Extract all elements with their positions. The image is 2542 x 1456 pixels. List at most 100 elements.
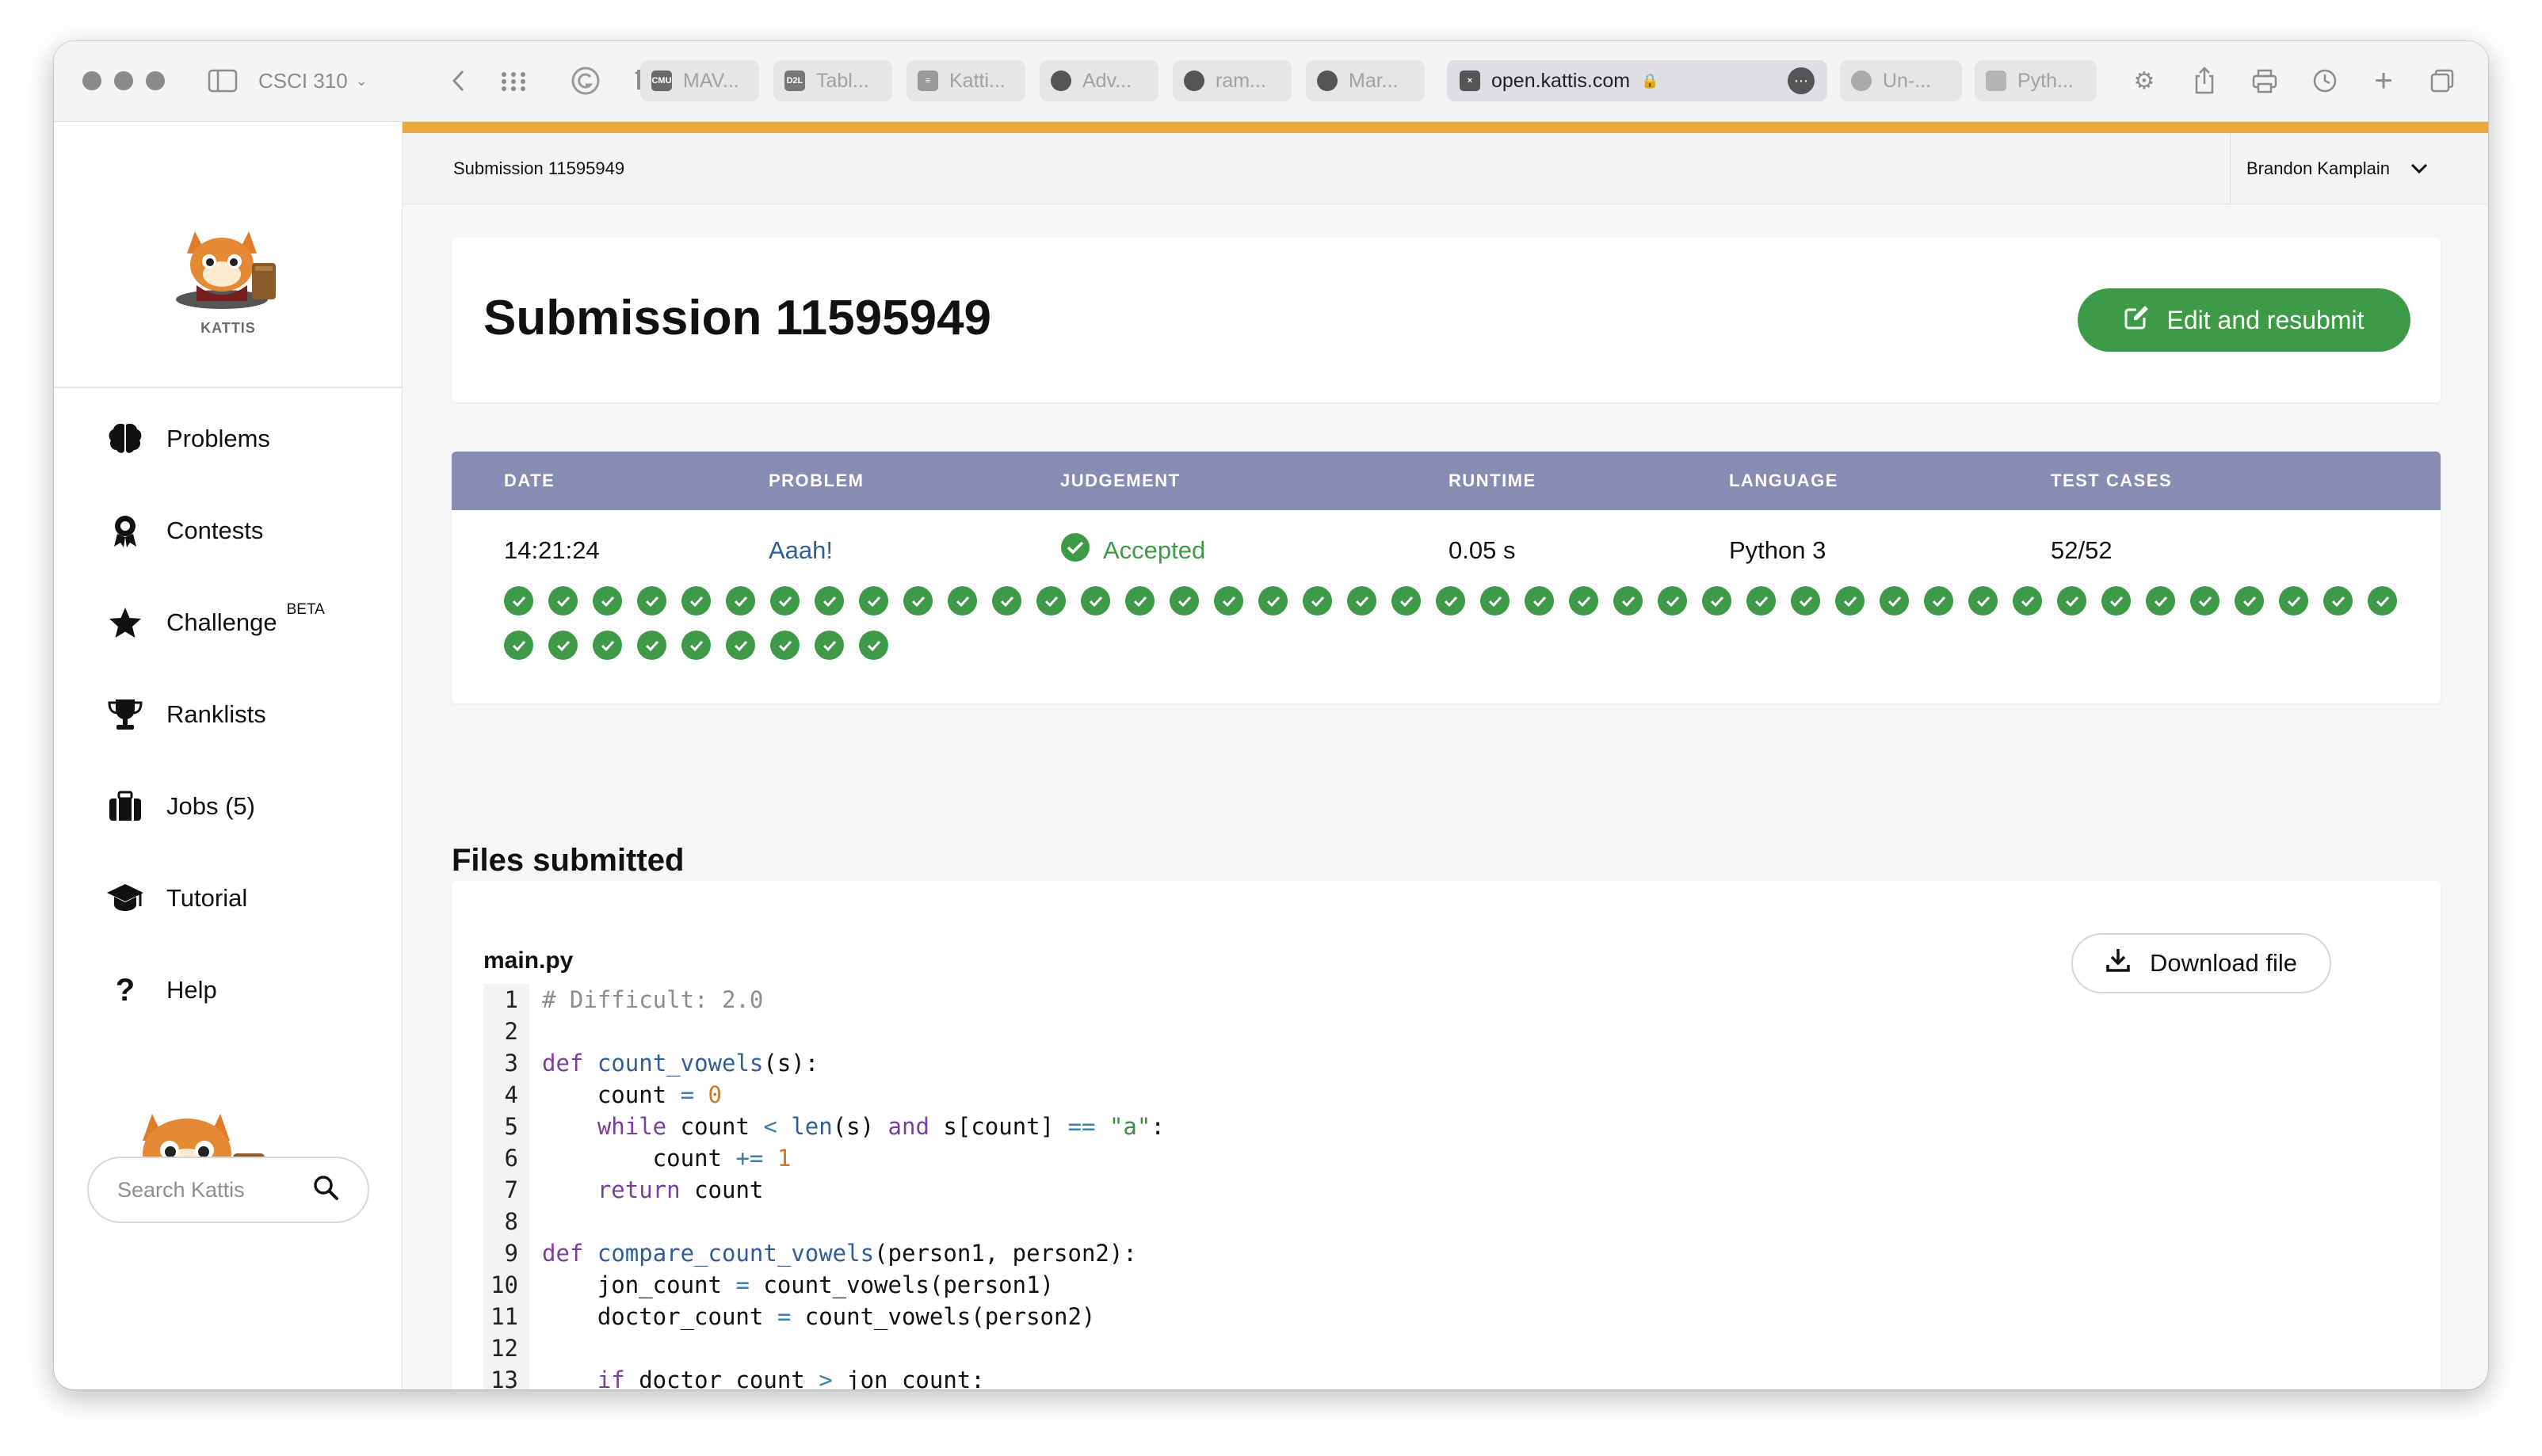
test-case-passed-icon[interactable] [2235, 586, 2264, 616]
browser-tab[interactable]: Mar... [1306, 60, 1425, 101]
test-case-passed-icon[interactable] [637, 631, 666, 660]
test-case-passed-icon[interactable] [1347, 586, 1376, 616]
browser-tab[interactable]: D2L Tabl... [773, 60, 892, 101]
file-card: main.py Download file 1 # Difficult: 2.0 … [452, 881, 2441, 1389]
share-icon[interactable] [2189, 65, 2220, 97]
test-case-passed-icon[interactable] [770, 631, 800, 660]
history-clock-icon[interactable] [2309, 65, 2341, 97]
test-case-passed-icon[interactable] [1480, 586, 1510, 616]
test-case-passed-icon[interactable] [1303, 586, 1332, 616]
test-case-passed-icon[interactable] [637, 586, 666, 616]
test-case-passed-icon[interactable] [2323, 586, 2353, 616]
test-case-passed-icon[interactable] [903, 586, 933, 616]
test-case-passed-icon[interactable] [1702, 586, 1731, 616]
sidebar-item-challenge[interactable]: Challenge BETA [103, 599, 325, 646]
test-case-passed-icon[interactable] [1569, 586, 1598, 616]
test-case-passed-icon[interactable] [859, 586, 888, 616]
code-line: 8 [483, 1206, 1165, 1237]
line-number: 1 [483, 984, 529, 1016]
test-cases-count: 52/52 [2051, 536, 2113, 564]
address-bar-url[interactable]: open.kattis.com [1491, 70, 1630, 93]
test-case-passed-icon[interactable] [770, 586, 800, 616]
edit-and-resubmit-button[interactable]: Edit and resubmit [2078, 288, 2410, 352]
test-case-passed-icon[interactable] [726, 586, 755, 616]
browser-tab[interactable]: CMU MAV... [640, 60, 759, 101]
test-case-passed-icon[interactable] [815, 631, 844, 660]
search-icon[interactable] [312, 1174, 339, 1206]
test-case-passed-icon[interactable] [2190, 586, 2219, 616]
active-browser-tab[interactable]: × open.kattis.com 🔒 ⋯ [1447, 60, 1827, 101]
test-case-passed-icon[interactable] [815, 586, 844, 616]
test-case-passed-icon[interactable] [593, 586, 622, 616]
test-case-passed-icon[interactable] [2013, 586, 2042, 616]
test-case-passed-icon[interactable] [1791, 586, 1820, 616]
test-case-passed-icon[interactable] [1214, 586, 1243, 616]
browser-tab[interactable]: Adv... [1040, 60, 1158, 101]
test-case-passed-icon[interactable] [548, 631, 578, 660]
sidebar-item-problems[interactable]: Problems [103, 415, 270, 463]
sidebar-search-field[interactable]: Search Kattis [87, 1157, 369, 1223]
sidebar-item-jobs[interactable]: Jobs (5) [103, 783, 255, 830]
tab-overview-grid-icon[interactable] [498, 65, 529, 97]
test-case-passed-icon[interactable] [1658, 586, 1687, 616]
test-case-passed-icon[interactable] [1081, 586, 1110, 616]
download-file-button[interactable]: Download file [2071, 933, 2331, 993]
browser-tab[interactable]: ram... [1173, 60, 1292, 101]
test-case-passed-icon[interactable] [681, 586, 711, 616]
sidebar-item-help[interactable]: ? Help [103, 966, 217, 1014]
test-case-passed-icon[interactable] [548, 586, 578, 616]
test-case-passed-icon[interactable] [2368, 586, 2397, 616]
test-case-passed-icon[interactable] [593, 631, 622, 660]
tab-overview-icon[interactable] [2426, 65, 2458, 97]
test-case-passed-icon[interactable] [859, 631, 888, 660]
browser-tab[interactable]: Pyth... [1975, 60, 2097, 101]
test-case-passed-icon[interactable] [1125, 586, 1155, 616]
test-case-passed-icon[interactable] [1170, 586, 1199, 616]
test-case-passed-icon[interactable] [1880, 586, 1909, 616]
grammarly-extension-icon[interactable] [569, 65, 602, 97]
test-case-passed-icon[interactable] [1036, 586, 1066, 616]
back-icon[interactable] [447, 65, 471, 97]
minimize-window-button[interactable] [114, 71, 133, 90]
test-case-passed-icon[interactable] [2057, 586, 2086, 616]
test-case-passed-icon[interactable] [1613, 586, 1643, 616]
test-case-passed-icon[interactable] [1968, 586, 1998, 616]
test-case-passed-icon[interactable] [1924, 586, 1953, 616]
test-case-passed-icon[interactable] [2146, 586, 2175, 616]
print-icon[interactable] [2249, 65, 2281, 97]
test-case-passed-icon[interactable] [1835, 586, 1865, 616]
kattis-logo[interactable] [173, 222, 284, 309]
test-case-passed-icon[interactable] [2279, 586, 2308, 616]
gear-icon[interactable]: ⚙ [2128, 65, 2160, 97]
code-line: 7 return count [483, 1174, 1165, 1206]
browser-tab[interactable]: Un-... [1840, 60, 1962, 101]
line-number: 6 [483, 1142, 529, 1174]
sidebar-item-contests[interactable]: Contests [103, 507, 263, 555]
zoom-window-button[interactable] [146, 71, 165, 90]
test-case-passed-icon[interactable] [948, 586, 977, 616]
github-icon [1317, 71, 1338, 91]
browser-tab[interactable]: ≡ Katti... [906, 60, 1025, 101]
user-menu[interactable]: Brandon Kamplain [2230, 133, 2488, 204]
close-window-button[interactable] [82, 71, 101, 90]
test-case-passed-icon[interactable] [992, 586, 1021, 616]
test-case-passed-icon[interactable] [504, 586, 533, 616]
sidebar-item-ranklists[interactable]: Ranklists [103, 691, 266, 738]
test-case-passed-icon[interactable] [726, 631, 755, 660]
page-menu-icon[interactable]: ⋯ [1788, 67, 1815, 94]
problem-link[interactable]: Aaah! [769, 531, 833, 570]
test-case-passed-icon[interactable] [2101, 586, 2131, 616]
sidebar-item-tutorial[interactable]: Tutorial [103, 875, 247, 922]
test-case-passed-icon[interactable] [681, 631, 711, 660]
test-case-passed-icon[interactable] [1746, 586, 1776, 616]
tab-group-selector[interactable]: CSCI 310 ⌄ [258, 65, 368, 97]
test-case-passed-icon[interactable] [1391, 586, 1421, 616]
test-case-passed-icon[interactable] [1258, 586, 1288, 616]
new-tab-plus-icon[interactable]: + [2368, 63, 2399, 98]
test-case-passed-icon[interactable] [1436, 586, 1465, 616]
sidebar-item-label: Jobs (5) [166, 792, 255, 820]
search-input-placeholder: Search Kattis [117, 1177, 245, 1202]
test-case-passed-icon[interactable] [1525, 586, 1554, 616]
sidebar-toggle-icon[interactable] [206, 65, 239, 97]
test-case-passed-icon[interactable] [504, 631, 533, 660]
